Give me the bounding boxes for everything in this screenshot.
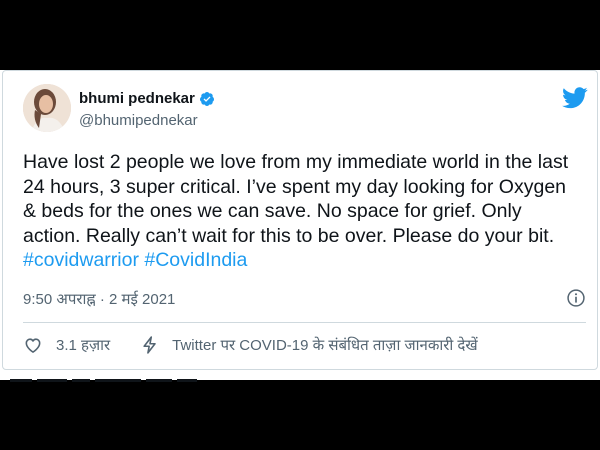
heart-icon xyxy=(25,338,41,353)
tweet-text: Have lost 2 people we love from my immed… xyxy=(23,150,583,273)
cutoff-mark xyxy=(146,379,172,382)
hashtag-covidindia[interactable]: #CovidIndia xyxy=(144,249,247,271)
cutoff-mark xyxy=(95,379,141,382)
tweet-body: Have lost 2 people we love from my immed… xyxy=(23,151,569,247)
author-handle[interactable]: @bhumipednekar xyxy=(79,112,198,129)
tweet-timestamp[interactable]: 9:50 अपराह्न · 2 मई 2021 xyxy=(23,289,175,309)
avatar-image xyxy=(23,84,71,132)
like-count: 3.1 हज़ार xyxy=(56,337,111,354)
covid-info-label: Twitter पर COVID-19 के संबंधित ताज़ा जान… xyxy=(172,337,478,354)
tweet-embed-card: bhumi pednekar @bhumipednekar Have lost … xyxy=(0,70,600,380)
cutoff-mark xyxy=(177,379,197,382)
info-icon[interactable] xyxy=(566,288,586,308)
covid-info-link[interactable]: Twitter पर COVID-19 के संबंधित ताज़ा जान… xyxy=(140,335,478,355)
display-name[interactable]: bhumi pednekar xyxy=(79,90,195,107)
twitter-bird-icon[interactable] xyxy=(562,87,588,109)
author-name-row[interactable]: bhumi pednekar xyxy=(79,90,215,107)
cutoff-mark xyxy=(37,379,67,382)
tweet-divider xyxy=(23,322,586,323)
cutoff-mark xyxy=(72,379,90,382)
hashtag-covidwarrior[interactable]: #covidwarrior xyxy=(23,249,139,271)
verified-badge-icon xyxy=(199,91,214,106)
like-button[interactable]: 3.1 हज़ार xyxy=(23,335,110,355)
tweet-actions-bar: 3.1 हज़ार Twitter पर COVID-19 के संबंधित… xyxy=(23,334,478,356)
avatar[interactable] xyxy=(23,84,71,132)
cutoff-mark xyxy=(10,379,32,382)
lightning-bolt-icon xyxy=(143,336,156,354)
cutoff-text-fragment xyxy=(10,379,197,382)
